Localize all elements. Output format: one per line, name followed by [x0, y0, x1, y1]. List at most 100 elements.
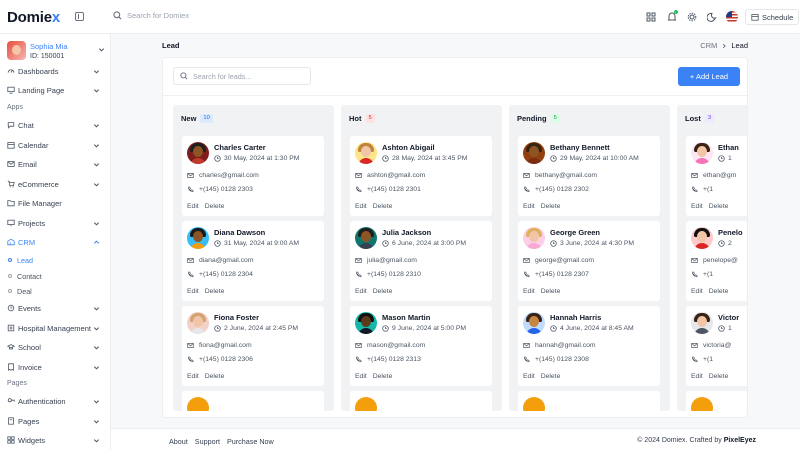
edit-button[interactable]: Edit — [355, 373, 367, 380]
edit-button[interactable]: Edit — [187, 373, 199, 380]
chevron-down-icon — [93, 144, 100, 148]
sidebar-item-landing-page[interactable]: Landing Page — [0, 83, 110, 97]
add-lead-button[interactable]: + Add Lead — [678, 67, 740, 86]
lead-card[interactable]: Mason Martin 9 June, 2024 at 5:00 PM mas… — [350, 306, 492, 386]
footer-link-purchase[interactable]: Purchase Now — [227, 437, 274, 446]
lead-card[interactable] — [182, 391, 324, 411]
auth-icon — [7, 398, 15, 403]
footer-link-about[interactable]: About — [169, 437, 188, 446]
delete-button[interactable]: Delete — [373, 373, 393, 380]
lead-card[interactable]: Ashton Abigail 28 May, 2024 at 3:45 PM a… — [350, 136, 492, 216]
lead-name[interactable]: Charles Carter — [214, 143, 266, 152]
chevron-down-icon — [93, 439, 100, 443]
lead-search[interactable] — [173, 67, 311, 85]
sidebar-item-email[interactable]: Email — [0, 157, 110, 171]
app-logo[interactable]: Domiex — [7, 9, 60, 26]
edit-button[interactable]: Edit — [691, 288, 703, 295]
lead-card[interactable]: Bethany Bennett 29 May, 2024 at 10:00 AM… — [518, 136, 660, 216]
lead-card[interactable]: Diana Dawson 31 May, 2024 at 9:00 AM dia… — [182, 221, 324, 301]
lead-card[interactable] — [518, 391, 660, 411]
notification-icon[interactable] — [667, 10, 678, 22]
delete-button[interactable]: Delete — [205, 373, 225, 380]
column-title: Pending — [517, 114, 547, 123]
edit-button[interactable]: Edit — [523, 203, 535, 210]
lead-card[interactable]: Victor 1 victoria@ +(1 Edit Delete — [686, 306, 747, 386]
lead-name[interactable]: Diana Dawson — [214, 228, 265, 237]
delete-button[interactable]: Delete — [541, 288, 561, 295]
notification-dot — [674, 10, 678, 14]
lead-card[interactable]: George Green 3 June, 2024 at 4:30 PM geo… — [518, 221, 660, 301]
edit-button[interactable]: Edit — [691, 203, 703, 210]
sidebar-item-pages[interactable]: Pages — [0, 414, 110, 428]
sidebar-subitem-lead[interactable]: Lead — [8, 254, 33, 266]
apps-grid-icon[interactable] — [646, 12, 656, 22]
lead-name[interactable]: Bethany Bennett — [550, 143, 610, 152]
sidebar-item-label: eCommerce — [18, 179, 59, 189]
sidebar-item-hospital-management[interactable]: Hospital Management — [0, 321, 110, 335]
delete-button[interactable]: Delete — [205, 203, 225, 210]
edit-button[interactable]: Edit — [355, 288, 367, 295]
delete-button[interactable]: Delete — [373, 203, 393, 210]
sidebar-item-label: Dashboards — [18, 66, 59, 76]
sidebar-item-ecommerce[interactable]: eCommerce — [0, 177, 110, 191]
footer-link-support[interactable]: Support — [195, 437, 220, 446]
sidebar-subitem-deal[interactable]: Deal — [8, 285, 32, 297]
lead-card[interactable] — [686, 391, 747, 411]
phone-icon — [356, 271, 362, 278]
lead-card[interactable] — [350, 391, 492, 411]
lead-card[interactable]: Penelo 2 penelope@ +(1 Edit Delete — [686, 221, 747, 301]
global-search[interactable] — [113, 11, 247, 20]
sidebar-item-projects[interactable]: Projects — [0, 216, 110, 230]
delete-button[interactable]: Delete — [541, 373, 561, 380]
moon-icon[interactable] — [707, 12, 717, 22]
user-profile[interactable]: Sophia Mia ID: 150001 — [7, 41, 107, 63]
sidebar-item-calendar[interactable]: Calendar — [0, 138, 110, 152]
lead-search-input[interactable] — [193, 71, 303, 81]
edit-button[interactable]: Edit — [355, 203, 367, 210]
gauge-icon — [7, 69, 15, 73]
sidebar-item-crm[interactable]: CRM — [0, 235, 110, 249]
lead-name[interactable]: Fiona Foster — [214, 313, 259, 322]
lead-name[interactable]: Penelo — [718, 228, 743, 237]
lead-name[interactable]: Ethan — [718, 143, 739, 152]
sidebar-item-invoice[interactable]: Invoice — [0, 360, 110, 374]
lead-card[interactable]: Charles Carter 30 May, 2024 at 1:30 PM c… — [182, 136, 324, 216]
global-search-input[interactable] — [127, 11, 247, 20]
lead-name[interactable]: George Green — [550, 228, 600, 237]
lead-card[interactable]: Fiona Foster 2 June, 2024 at 2:45 PM fio… — [182, 306, 324, 386]
delete-button[interactable]: Delete — [709, 203, 729, 210]
projects-icon — [7, 219, 15, 227]
sidebar-item-widgets[interactable]: Widgets — [0, 433, 110, 447]
lead-name[interactable]: Ashton Abigail — [382, 143, 435, 152]
lead-card[interactable]: Hannah Harris 4 June, 2024 at 8:45 AM ha… — [518, 306, 660, 386]
breadcrumb-crm[interactable]: CRM — [700, 41, 717, 50]
lead-card[interactable]: Ethan 1 ethan@gm +(1 Edit Delete — [686, 136, 747, 216]
sidebar-toggle-icon[interactable] — [75, 12, 84, 21]
sidebar-item-events[interactable]: Events — [0, 301, 110, 315]
lead-name[interactable]: Julia Jackson — [382, 228, 431, 237]
edit-button[interactable]: Edit — [187, 288, 199, 295]
sidebar-item-file-manager[interactable]: File Manager — [0, 196, 110, 210]
edit-button[interactable]: Edit — [523, 373, 535, 380]
delete-button[interactable]: Delete — [709, 373, 729, 380]
lead-name[interactable]: Hannah Harris — [550, 313, 601, 322]
edit-button[interactable]: Edit — [187, 203, 199, 210]
edit-button[interactable]: Edit — [691, 373, 703, 380]
delete-button[interactable]: Delete — [709, 288, 729, 295]
sidebar-subitem-contact[interactable]: Contact — [8, 270, 42, 282]
delete-button[interactable]: Delete — [541, 203, 561, 210]
delete-button[interactable]: Delete — [373, 288, 393, 295]
brand-name[interactable]: PixelEyez — [724, 437, 756, 444]
sidebar-item-school[interactable]: School — [0, 340, 110, 354]
delete-button[interactable]: Delete — [205, 288, 225, 295]
lead-name[interactable]: Victor — [718, 313, 739, 322]
lead-card[interactable]: Julia Jackson 6 June, 2024 at 3:00 PM ju… — [350, 221, 492, 301]
language-flag-icon[interactable] — [726, 11, 738, 23]
schedule-button[interactable]: Schedule — [745, 9, 800, 25]
lead-name[interactable]: Mason Martin — [382, 313, 430, 322]
sidebar-item-authentication[interactable]: Authentication — [0, 394, 110, 408]
sidebar-item-chat[interactable]: Chat — [0, 118, 110, 132]
gear-icon[interactable] — [687, 12, 697, 22]
sidebar-item-dashboards[interactable]: Dashboards — [0, 64, 110, 78]
edit-button[interactable]: Edit — [523, 288, 535, 295]
